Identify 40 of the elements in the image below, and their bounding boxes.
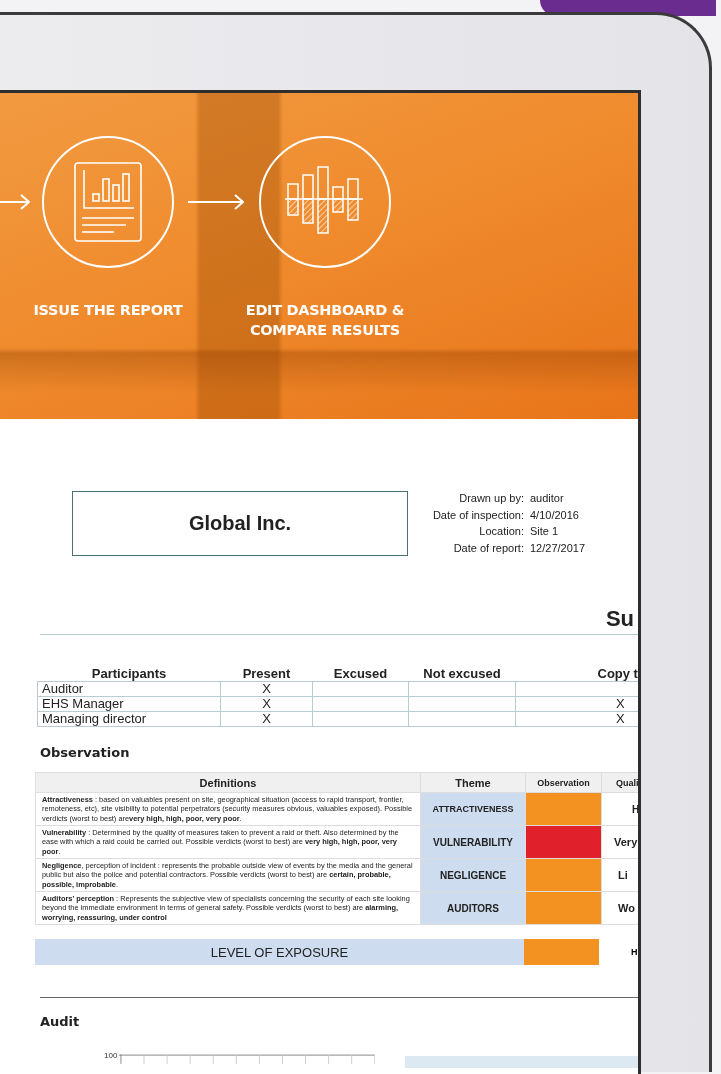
meta-value: 12/27/2017 (530, 540, 586, 556)
column-header: Excused (312, 667, 409, 682)
step-label: EDIT DASHBOARD & COMPARE RESULTS (245, 301, 405, 340)
theme-cell: AUDITORS (420, 891, 526, 925)
theme-cell: ATTRACTIVENESS (420, 792, 526, 826)
column-header: Quali (601, 772, 638, 793)
meta-label: Drawn up by: (458, 491, 524, 506)
exposure-label: LEVEL OF EXPOSURE (35, 939, 524, 965)
arrow-icon (188, 194, 244, 210)
table-cell: EHS Manager (37, 696, 221, 712)
meta-value: 4/10/2016 (530, 507, 580, 523)
column-header: Not excused (408, 667, 516, 682)
table-cell: Auditor (37, 681, 221, 697)
theme-cell: VULNERABILITY (420, 825, 526, 859)
table-cell: X (515, 711, 638, 727)
meta-label: Date of inspection: (431, 507, 524, 523)
table-cell: Managing director (37, 711, 221, 727)
meta-label: Location: (478, 524, 524, 539)
column-header: Present (220, 667, 313, 682)
column-header: Observation (525, 772, 602, 793)
section-title: Su (605, 606, 634, 632)
quality-cell: H (599, 939, 638, 965)
section-heading: Observation (40, 745, 131, 760)
meta-value: Site 1 (530, 524, 560, 539)
meta-label: Date of report: (452, 540, 524, 556)
theme-cell: NEGLIGENCE (420, 858, 526, 892)
column-header: Definitions (35, 772, 421, 793)
table-cell: X (220, 711, 313, 727)
table-cell: X (220, 696, 313, 712)
step-label: ISSUE THE REPORT (33, 301, 183, 320)
table-cell: X (220, 681, 313, 697)
meta-value: auditor (530, 491, 565, 506)
column-header: Participants (37, 667, 221, 682)
report-chart-icon (74, 162, 142, 242)
table-cell: X (515, 696, 638, 712)
company-name-box: Global Inc. (72, 491, 408, 556)
column-header: Copy t (515, 667, 638, 682)
section-heading: Audit (40, 1014, 81, 1029)
column-header: Theme (420, 772, 526, 793)
axis-tick-label: 100 (104, 1051, 118, 1060)
